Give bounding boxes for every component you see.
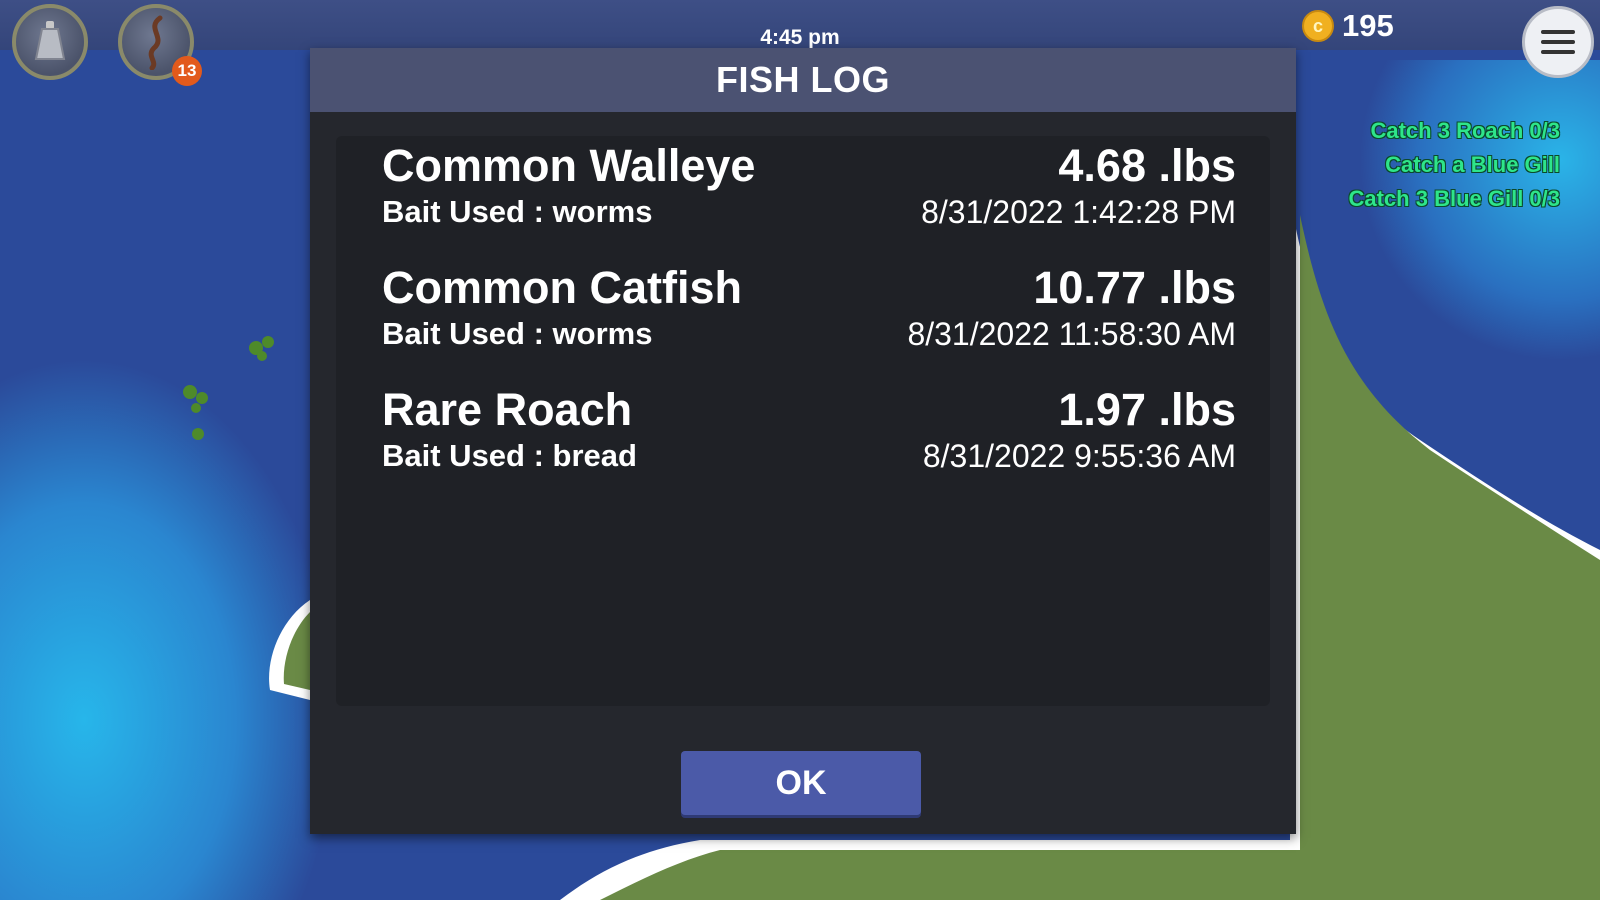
- coin-icon: c: [1302, 10, 1334, 42]
- hamburger-menu-icon[interactable]: [1522, 6, 1594, 78]
- quest-item: Catch 3 Roach 0/3: [1370, 118, 1560, 143]
- bait-used: Bait Used : worms: [382, 194, 653, 229]
- bait-count-badge: 13: [172, 56, 202, 86]
- coin-amount: 195: [1342, 8, 1394, 43]
- coin-counter: c 195: [1302, 8, 1394, 44]
- fish-name: Common Walleye: [382, 140, 756, 191]
- fish-log-entry: Rare Roach Bait Used : bread 1.97 .lbs 8…: [382, 384, 1236, 494]
- sinker-button[interactable]: [12, 4, 88, 80]
- game-clock: 4:45 pm: [760, 26, 840, 49]
- fish-weight: 1.97 .lbs: [1058, 384, 1236, 435]
- sinker-icon: [34, 21, 66, 60]
- bait-used: Bait Used : worms: [382, 316, 653, 351]
- fish-log-entry: Common Catfish Bait Used : worms 10.77 .…: [382, 262, 1236, 372]
- fish-log-list[interactable]: Common Walleye Bait Used : worms 4.68 .l…: [336, 136, 1270, 706]
- dialog-title: FISH LOG: [310, 48, 1296, 112]
- quest-item: Catch 3 Blue Gill 0/3: [1348, 186, 1560, 211]
- fish-name: Common Catfish: [382, 262, 742, 313]
- catch-timestamp: 8/31/2022 1:42:28 PM: [921, 194, 1236, 230]
- catch-timestamp: 8/31/2022 9:55:36 AM: [922, 438, 1236, 474]
- fish-log-entry: Common Walleye Bait Used : worms 4.68 .l…: [382, 140, 1236, 250]
- catch-timestamp: 8/31/2022 11:58:30 AM: [907, 316, 1236, 352]
- fish-weight: 10.77 .lbs: [1033, 262, 1236, 313]
- worm-icon: [148, 15, 163, 70]
- ok-button[interactable]: OK: [681, 751, 921, 815]
- fish-weight: 4.68 .lbs: [1058, 140, 1236, 191]
- fish-log-dialog: FISH LOG Common Walleye Bait Used : worm…: [310, 48, 1296, 834]
- fish-name: Rare Roach: [382, 384, 633, 435]
- quest-item: Catch a Blue Gill: [1385, 152, 1560, 177]
- quest-list: Catch 3 Roach 0/3 Catch a Blue Gill Catc…: [1348, 114, 1560, 216]
- bait-used: Bait Used : bread: [382, 438, 637, 473]
